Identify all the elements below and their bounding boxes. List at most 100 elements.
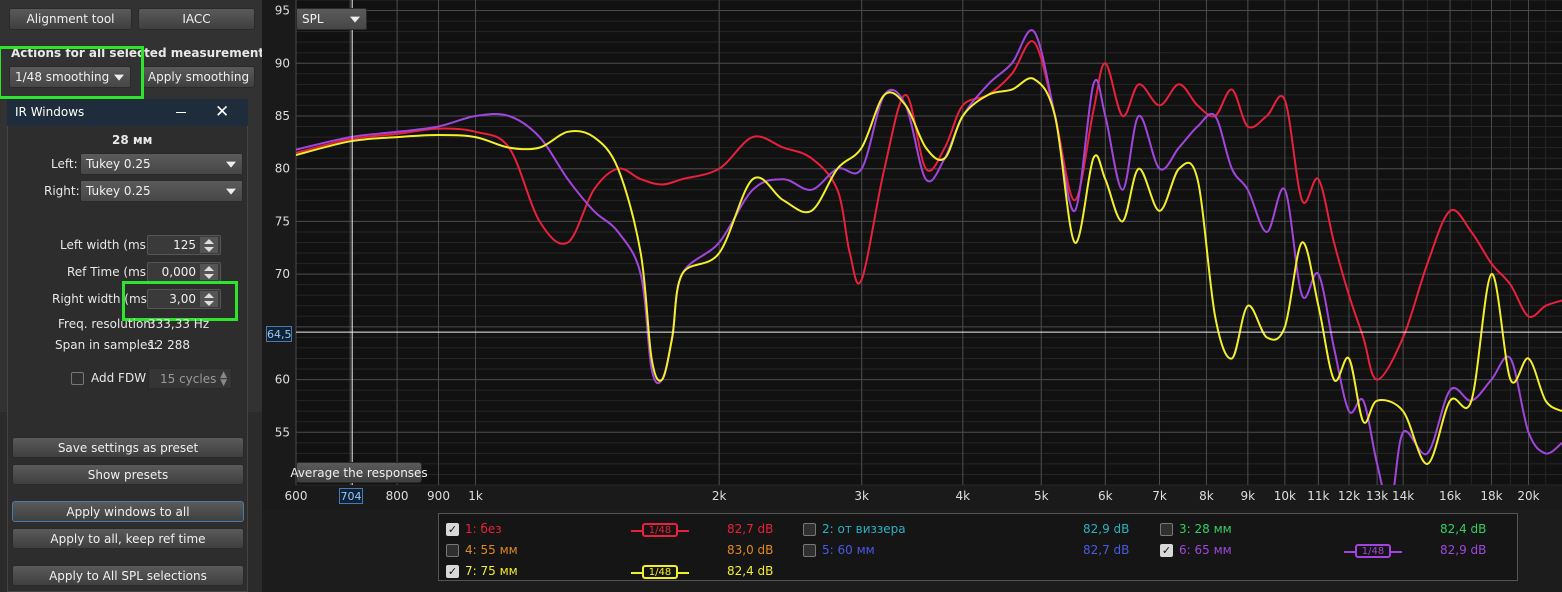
fdw-cycles-dropdown[interactable]: 15 cycles ▲ ▼ xyxy=(148,368,232,389)
y-tick-label: 80 xyxy=(275,162,290,176)
stepper-arrows-icon[interactable] xyxy=(200,291,218,307)
right-width-stepper[interactable]: 3,00 xyxy=(147,289,221,309)
x-tick-label: 900 xyxy=(427,489,450,503)
right-width-label: Right width (ms): xyxy=(52,292,156,306)
minimize-icon[interactable] xyxy=(176,112,186,113)
close-icon[interactable]: ✕ xyxy=(215,102,229,122)
x-tick-label: 14k xyxy=(1392,489,1414,503)
left-width-stepper[interactable]: 125 xyxy=(147,235,221,255)
span-samples-value: 12 288 xyxy=(148,338,190,352)
left-window-value: Tukey 0.25 xyxy=(86,157,151,171)
legend-value: 83,0 dB xyxy=(727,543,774,557)
smoothing-badge: 1/48 xyxy=(1344,544,1402,558)
legend-value: 82,7 dB xyxy=(1083,543,1130,557)
x-tick-label: 3k xyxy=(854,489,869,503)
x-tick-label: 20k xyxy=(1517,489,1539,503)
y-tick-label: 90 xyxy=(275,56,290,70)
x-tick-label: 9k xyxy=(1241,489,1256,503)
apply-smoothing-button[interactable]: Apply smoothing xyxy=(142,66,255,88)
ref-time-value: 0,000 xyxy=(161,265,196,279)
freq-resolution-label: Freq. resolution: xyxy=(58,317,155,331)
apply-windows-all-button[interactable]: Apply windows to all xyxy=(12,501,244,522)
apply-keep-ref-button[interactable]: Apply to all, keep ref time xyxy=(12,528,244,549)
apply-spl-button[interactable]: Apply to All SPL selections xyxy=(12,565,244,586)
right-window-dropdown[interactable]: Tukey 0.25 xyxy=(80,180,243,202)
legend-value: 82,9 dB xyxy=(1440,543,1487,557)
legend-label[interactable]: 2: от виззера xyxy=(822,522,906,536)
x-tick-label: 6k xyxy=(1098,489,1113,503)
y-tick-label: 55 xyxy=(275,425,290,439)
legend-checkbox[interactable] xyxy=(446,544,459,557)
x-tick-label: 7k xyxy=(1152,489,1167,503)
x-tick-label: 16k xyxy=(1439,489,1461,503)
legend-checkbox[interactable]: ✓ xyxy=(446,523,459,536)
x-tick-label: 10k xyxy=(1274,489,1296,503)
smoothing-badge: 1/48 xyxy=(631,523,689,537)
smoothing-badge: 1/48 xyxy=(631,565,689,579)
legend-checkbox[interactable]: ✓ xyxy=(1160,544,1173,557)
stepper-arrows-icon[interactable] xyxy=(200,237,218,253)
legend-checkbox[interactable]: ✓ xyxy=(446,565,459,578)
add-fdw-checkbox[interactable] xyxy=(71,372,84,385)
cursor-y-readout: 64,5 xyxy=(266,326,292,342)
show-presets-button[interactable]: Show presets xyxy=(12,464,244,485)
ir-windows-title: IR Windows xyxy=(15,105,85,119)
x-tick-label: 12k xyxy=(1338,489,1360,503)
average-responses-button[interactable]: Average the responses xyxy=(290,462,428,483)
x-tick-label: 8k xyxy=(1199,489,1214,503)
legend-value: 82,7 dB xyxy=(727,522,774,536)
left-window-label: Left: xyxy=(51,157,78,171)
legend-checkbox[interactable] xyxy=(803,544,816,557)
iacc-button[interactable]: IACC xyxy=(138,8,255,30)
y-tick-label: 95 xyxy=(275,4,290,18)
legend-value: 82,4 dB xyxy=(1440,522,1487,536)
stepper-arrows-icon: ▲ ▼ xyxy=(220,370,227,388)
spl-mode-dropdown[interactable]: SPL xyxy=(296,8,367,30)
spl-mode-value: SPL xyxy=(302,12,324,26)
span-samples-label: Span in samples: xyxy=(55,338,158,352)
x-tick-label: 4k xyxy=(956,489,971,503)
y-tick-label: 70 xyxy=(275,267,290,281)
x-tick-label: 13k xyxy=(1366,489,1388,503)
legend-label[interactable]: 1: без xyxy=(465,522,502,536)
legend-label[interactable]: 4: 55 мм xyxy=(465,543,518,557)
x-tick-label: 2k xyxy=(712,489,727,503)
legend-label[interactable]: 6: 65 мм xyxy=(1179,543,1232,557)
legend-label[interactable]: 5: 60 мм xyxy=(822,543,875,557)
legend-value: 82,9 dB xyxy=(1083,522,1130,536)
legend-value: 82,4 dB xyxy=(727,564,774,578)
smoothing-dropdown-value: 1/48 smoothing xyxy=(15,70,110,84)
y-tick-label: 75 xyxy=(275,214,290,228)
x-tick-label: 600 xyxy=(285,489,308,503)
left-window-dropdown[interactable]: Tukey 0.25 xyxy=(80,153,243,175)
left-width-label: Left width (ms): xyxy=(60,238,155,252)
right-width-value: 3,00 xyxy=(169,292,196,306)
fdw-cycles-value: 15 cycles xyxy=(160,371,217,386)
alignment-tool-button[interactable]: Alignment tool xyxy=(9,8,132,30)
actions-title: Actions for all selected measurements xyxy=(11,46,272,60)
legend-label[interactable]: 3: 28 мм xyxy=(1179,522,1232,536)
ref-time-label: Ref Time (ms): xyxy=(67,265,155,279)
x-tick-label: 18k xyxy=(1480,489,1502,503)
ref-time-stepper[interactable]: 0,000 xyxy=(147,262,221,282)
ir-windows-titlebar[interactable]: IR Windows ✕ xyxy=(7,99,248,126)
frequency-response-chart[interactable]: 55 60 70 75 80 85 90 95 600 800 900 1k 2k 3k 4k 5k 6k 7k 8… xyxy=(262,0,1562,510)
x-tick-label: 1k xyxy=(468,489,483,503)
chevron-down-icon xyxy=(350,16,360,23)
stepper-arrows-icon[interactable] xyxy=(200,264,218,280)
add-fdw-label: Add FDW xyxy=(91,371,147,385)
legend-label[interactable]: 7: 75 мм xyxy=(465,564,518,578)
right-window-label: Right: xyxy=(44,184,80,198)
chevron-down-icon xyxy=(114,74,124,81)
x-tick-label: 11k xyxy=(1307,489,1329,503)
legend-checkbox[interactable] xyxy=(803,523,816,536)
save-preset-button[interactable]: Save settings as preset xyxy=(12,437,244,458)
freq-resolution-value: 333,33 Hz xyxy=(148,317,210,331)
left-width-value: 125 xyxy=(173,238,196,252)
smoothing-dropdown[interactable]: 1/48 smoothing xyxy=(9,66,131,88)
legend-checkbox[interactable] xyxy=(1160,523,1173,536)
y-tick-label: 85 xyxy=(275,109,290,123)
distance-label: 28 мм xyxy=(112,133,153,147)
chevron-down-icon xyxy=(226,161,236,168)
cursor-x-readout: 704 xyxy=(339,488,363,504)
